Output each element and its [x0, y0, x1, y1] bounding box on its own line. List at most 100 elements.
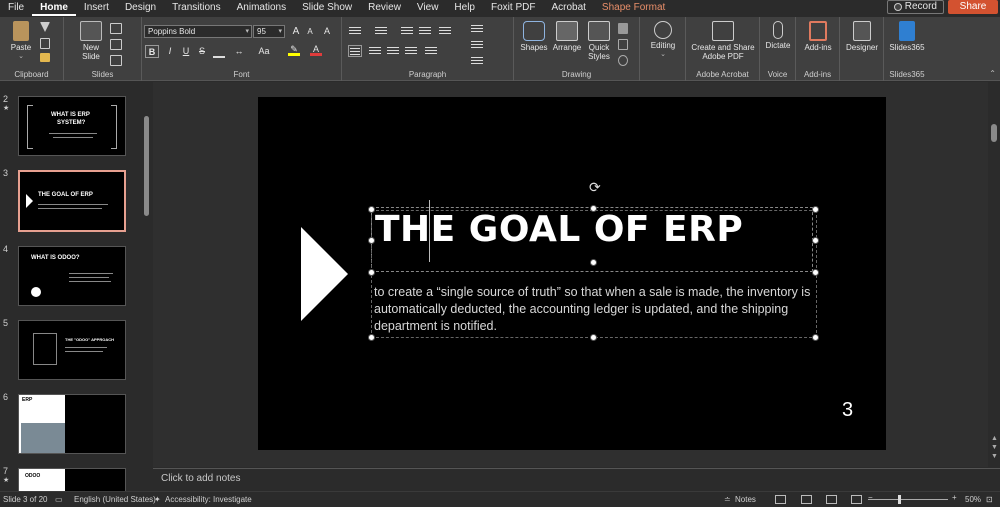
- tab-file[interactable]: File: [0, 0, 32, 16]
- record-button[interactable]: Record: [886, 0, 944, 14]
- zoom-level[interactable]: 50%: [965, 495, 981, 504]
- italic-button[interactable]: I: [163, 45, 177, 58]
- resize-handle[interactable]: [368, 269, 375, 276]
- designer-button[interactable]: Designer: [842, 21, 882, 52]
- copy-icon[interactable]: [40, 38, 50, 49]
- resize-handle[interactable]: [590, 205, 597, 212]
- section-icon[interactable]: [110, 55, 122, 66]
- slide-title[interactable]: THE GOAL OF ERP: [375, 209, 743, 250]
- editing-button[interactable]: Editing ⌄: [644, 21, 682, 59]
- rotate-handle-icon[interactable]: ⟳: [589, 179, 601, 196]
- slideshow-view-icon[interactable]: [851, 495, 862, 504]
- resize-handle[interactable]: [812, 237, 819, 244]
- tab-review[interactable]: Review: [360, 0, 409, 16]
- tab-design[interactable]: Design: [117, 0, 164, 16]
- underline-button[interactable]: U: [179, 45, 193, 58]
- bullets-icon[interactable]: [348, 25, 362, 37]
- align-center-icon[interactable]: [368, 45, 382, 57]
- addins-button[interactable]: Add-ins: [800, 21, 836, 52]
- layout-icon[interactable]: [110, 23, 122, 34]
- shape-outline-icon[interactable]: [618, 39, 628, 50]
- resize-handle[interactable]: [812, 334, 819, 341]
- shape-fill-icon[interactable]: [618, 23, 628, 34]
- thumbnail-image: WHAT IS ERP SYSTEM?: [18, 96, 126, 156]
- resize-handle[interactable]: [368, 206, 375, 213]
- vertical-scrollbar-thumb[interactable]: [991, 124, 997, 142]
- align-text-icon[interactable]: [470, 39, 484, 51]
- tab-foxit-pdf[interactable]: Foxit PDF: [483, 0, 543, 16]
- thumbnail-scrollbar-thumb[interactable]: [144, 116, 149, 216]
- slide-sorter-icon[interactable]: [801, 495, 812, 504]
- new-slide-button[interactable]: New Slide: [78, 21, 104, 61]
- line-spacing-icon[interactable]: [438, 25, 452, 37]
- tab-acrobat[interactable]: Acrobat: [543, 0, 593, 16]
- zoom-out-icon[interactable]: −: [868, 493, 873, 502]
- tab-animations[interactable]: Animations: [229, 0, 294, 16]
- highlight-icon[interactable]: ✎: [288, 43, 300, 56]
- shape-effects-icon[interactable]: [618, 55, 628, 66]
- columns-icon[interactable]: [424, 45, 438, 57]
- reset-icon[interactable]: [110, 39, 122, 50]
- resize-handle[interactable]: [812, 206, 819, 213]
- zoom-in-icon[interactable]: +: [952, 493, 957, 502]
- increase-indent-icon[interactable]: [418, 25, 432, 37]
- change-case-button[interactable]: Aa: [254, 45, 274, 58]
- zoom-slider-knob[interactable]: [898, 495, 901, 504]
- decrease-indent-icon[interactable]: [400, 25, 414, 37]
- resize-handle[interactable]: [590, 259, 597, 266]
- shrink-font-button[interactable]: A: [303, 25, 317, 38]
- fit-to-window-icon[interactable]: ⊡: [986, 495, 993, 504]
- resize-handle[interactable]: [368, 237, 375, 244]
- notes-button[interactable]: Notes: [735, 495, 756, 504]
- cut-icon[interactable]: [40, 22, 50, 32]
- arrange-button[interactable]: Arrange: [550, 21, 584, 52]
- clear-formatting-button[interactable]: A: [320, 25, 334, 38]
- shapes-button[interactable]: Shapes: [518, 21, 550, 52]
- resize-handle[interactable]: [590, 334, 597, 341]
- resize-handle[interactable]: [368, 334, 375, 341]
- tab-view[interactable]: View: [409, 0, 447, 16]
- bold-button[interactable]: B: [145, 45, 159, 58]
- tab-home[interactable]: Home: [32, 0, 76, 16]
- smartart-icon[interactable]: [470, 55, 484, 67]
- accessibility-status[interactable]: Accessibility: Investigate: [165, 495, 252, 504]
- align-left-icon[interactable]: [348, 45, 362, 57]
- slide-canvas[interactable]: THE GOAL OF ERP to create a “single sour…: [258, 97, 886, 450]
- spellcheck-icon[interactable]: ▭: [55, 495, 63, 504]
- slide-vertical-scrollbar[interactable]: ▲ ▼ ▼: [989, 82, 1000, 467]
- play-triangle-icon[interactable]: [301, 227, 348, 321]
- char-spacing-icon[interactable]: ↔: [229, 45, 249, 58]
- numbering-icon[interactable]: [374, 25, 388, 37]
- notes-pane[interactable]: Click to add notes: [153, 468, 1000, 490]
- collapse-ribbon-icon[interactable]: ⌃: [989, 69, 996, 78]
- tab-shape-format[interactable]: Shape Format: [594, 0, 673, 16]
- font-size-dropdown[interactable]: 95 ▾: [253, 25, 285, 38]
- resize-handle[interactable]: [812, 269, 819, 276]
- text-direction-icon[interactable]: [470, 23, 484, 35]
- align-right-icon[interactable]: [386, 45, 400, 57]
- strikethrough-button[interactable]: S: [195, 45, 209, 58]
- slides365-button[interactable]: Slides365: [886, 21, 928, 52]
- quick-styles-button[interactable]: Quick Styles: [584, 21, 614, 61]
- dictate-button[interactable]: Dictate: [762, 21, 794, 50]
- grow-font-button[interactable]: A: [289, 25, 303, 38]
- thumbnail-scrollbar[interactable]: [143, 88, 151, 488]
- tab-insert[interactable]: Insert: [76, 0, 117, 16]
- scroll-arrows-icon[interactable]: ▲ ▼ ▼: [990, 434, 999, 461]
- tab-slide-show[interactable]: Slide Show: [294, 0, 360, 16]
- share-button[interactable]: Share: [948, 0, 998, 14]
- normal-view-icon[interactable]: [775, 495, 786, 504]
- language-indicator[interactable]: English (United States): [74, 495, 156, 504]
- reading-view-icon[interactable]: [826, 495, 837, 504]
- format-painter-icon[interactable]: [40, 53, 50, 62]
- font-name-dropdown[interactable]: Poppins Bold ▾: [144, 25, 252, 38]
- create-share-pdf-button[interactable]: Create and Share Adobe PDF: [688, 21, 758, 61]
- tab-transitions[interactable]: Transitions: [164, 0, 229, 16]
- shadow-icon[interactable]: [213, 45, 225, 58]
- zoom-slider[interactable]: [868, 499, 948, 500]
- paste-button[interactable]: Paste ⌄: [6, 21, 36, 61]
- justify-icon[interactable]: [404, 45, 418, 57]
- tab-help[interactable]: Help: [446, 0, 483, 16]
- slide-body-text[interactable]: to create a “single source of truth” so …: [374, 284, 814, 335]
- font-color-icon[interactable]: A: [310, 43, 322, 56]
